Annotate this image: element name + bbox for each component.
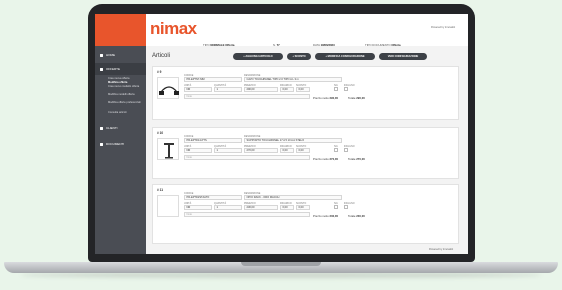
markup-field[interactable]: 0,00: [280, 87, 294, 92]
article-thumbnail: [157, 195, 179, 217]
description-field[interactable]: OPIO RACK - ORO MACCH: [244, 195, 342, 200]
price-field[interactable]: 270,00: [244, 148, 278, 153]
discount-field[interactable]: 0,00: [296, 148, 310, 153]
code-field[interactable]: PR-EPTD14-PTS: [184, 138, 242, 143]
article-thumbnail: [157, 77, 179, 99]
logo[interactable]: nimax: [95, 14, 199, 46]
net-price: Prezzo netto 230,00: [313, 214, 339, 218]
sidebar-subitem-preferential[interactable]: Modifica offerte preferenziali: [108, 101, 144, 104]
logo-mark: [95, 14, 146, 46]
edit-config-button[interactable]: + MODIFICA CONFIGURAZIONE: [315, 53, 375, 60]
unit-field[interactable]: NR: [184, 87, 212, 92]
sidebar-subitem-edit-offer[interactable]: Modifica offerta: [108, 81, 144, 84]
net-price: Prezzo netto 270,00: [313, 157, 339, 161]
included-checkbox[interactable]: [344, 205, 348, 209]
view-config-button[interactable]: VEDI CONFIGURAZIONE: [379, 53, 427, 60]
quantity-field[interactable]: 1: [214, 205, 242, 210]
laptop-notch: [241, 262, 321, 266]
cable-image: [159, 86, 179, 95]
article-number: # 10: [157, 131, 164, 135]
powered-by-top: Powered by Innovabit: [431, 26, 456, 29]
page-title: Articoli: [152, 53, 171, 59]
net-price: Prezzo netto 290,00: [313, 96, 339, 100]
unit-field[interactable]: NR: [184, 148, 212, 153]
article-card: # 9 CODICE PR-EPTN7-MM DESCRIZIONE CAVO …: [152, 66, 459, 120]
included-checkbox[interactable]: [344, 87, 348, 91]
discount-field[interactable]: 0,00: [296, 87, 310, 92]
sidebar-item-offerte[interactable]: OFFERTE: [95, 63, 146, 75]
clients-icon: [100, 126, 103, 130]
article-card: # 11 CODICE PR-EPTD2STAATO DESCRIZIONE O…: [152, 184, 459, 244]
add-article-button[interactable]: + AGGIUNGI ARTICOLO: [233, 53, 283, 60]
notes-field[interactable]: Note: [184, 94, 310, 99]
topbar: Powered by Innovabit: [199, 14, 468, 46]
sidebar-subitem-articles[interactable]: Consulta articoli: [108, 111, 144, 114]
date-field[interactable]: DATA 18/06/2023: [313, 43, 335, 47]
stand-image: [164, 143, 174, 159]
markup-field[interactable]: 0,00: [280, 205, 294, 210]
sidebar-item-home[interactable]: HOME: [95, 49, 146, 61]
home-icon: [100, 53, 103, 57]
markup-field[interactable]: 0,00: [280, 148, 294, 153]
description-field[interactable]: CAVO TOUCHPANEL TIPO 2.0 TIPO A L 3 m: [244, 77, 342, 82]
price-field[interactable]: 290,00: [244, 87, 278, 92]
sidebar-item-clienti[interactable]: CLIENTI: [95, 122, 146, 134]
total: Totale 290,00: [348, 96, 365, 100]
unit-field[interactable]: NR: [184, 205, 212, 210]
included-checkbox[interactable]: [344, 148, 348, 152]
number-field[interactable]: N. 77: [273, 43, 280, 47]
article-card: # 10 CODICE PR-EPTD14-PTS DESCRIZIONE SU…: [152, 127, 459, 179]
article-number: # 11: [157, 188, 164, 192]
add-discount-button[interactable]: + SCONTO: [287, 53, 311, 60]
article-thumbnail: [157, 138, 179, 160]
vat-checkbox[interactable]: [334, 205, 338, 209]
sidebar-subitem-create-offer[interactable]: Crea nuova offerta: [108, 77, 144, 80]
code-field[interactable]: PR-EPTN7-MM: [184, 77, 242, 82]
quantity-field[interactable]: 1: [214, 148, 242, 153]
vat-checkbox[interactable]: [334, 148, 338, 152]
notes-field[interactable]: Note: [184, 212, 310, 217]
sidebar-subitem-new-template[interactable]: Crea nuovo modello offerta: [108, 85, 144, 88]
offer-icon: [100, 67, 103, 71]
description-field[interactable]: SUPPORTO TOUCHPANEL 17 A 5 10 A A STELO: [244, 138, 342, 143]
docs-icon: [100, 142, 103, 146]
total: Totale 270,00: [348, 157, 365, 161]
doc-type-field[interactable]: TIPO DOCUMENTO Offerta: [365, 43, 401, 47]
total: Totale 230,00: [348, 214, 365, 218]
logo-text: nimax: [150, 19, 197, 38]
sidebar-subitem-edit-templates[interactable]: Modifica modelli offerta: [108, 93, 144, 96]
powered-by-bottom: Powered by Innovabit: [429, 248, 454, 251]
notes-field[interactable]: Note: [184, 155, 310, 160]
quantity-field[interactable]: 1: [214, 87, 242, 92]
tipo-field[interactable]: TIPO NORMALE Offerta: [203, 43, 234, 47]
screen: nimax Powered by Innovabit TIPO NORMALE …: [95, 14, 468, 254]
sidebar-item-documenti[interactable]: DOCUMENTI: [95, 138, 146, 150]
article-number: # 9: [157, 70, 162, 74]
discount-field[interactable]: 0,00: [296, 205, 310, 210]
price-field[interactable]: 230,00: [244, 205, 278, 210]
vat-checkbox[interactable]: [334, 87, 338, 91]
code-field[interactable]: PR-EPTD2STAATO: [184, 195, 242, 200]
